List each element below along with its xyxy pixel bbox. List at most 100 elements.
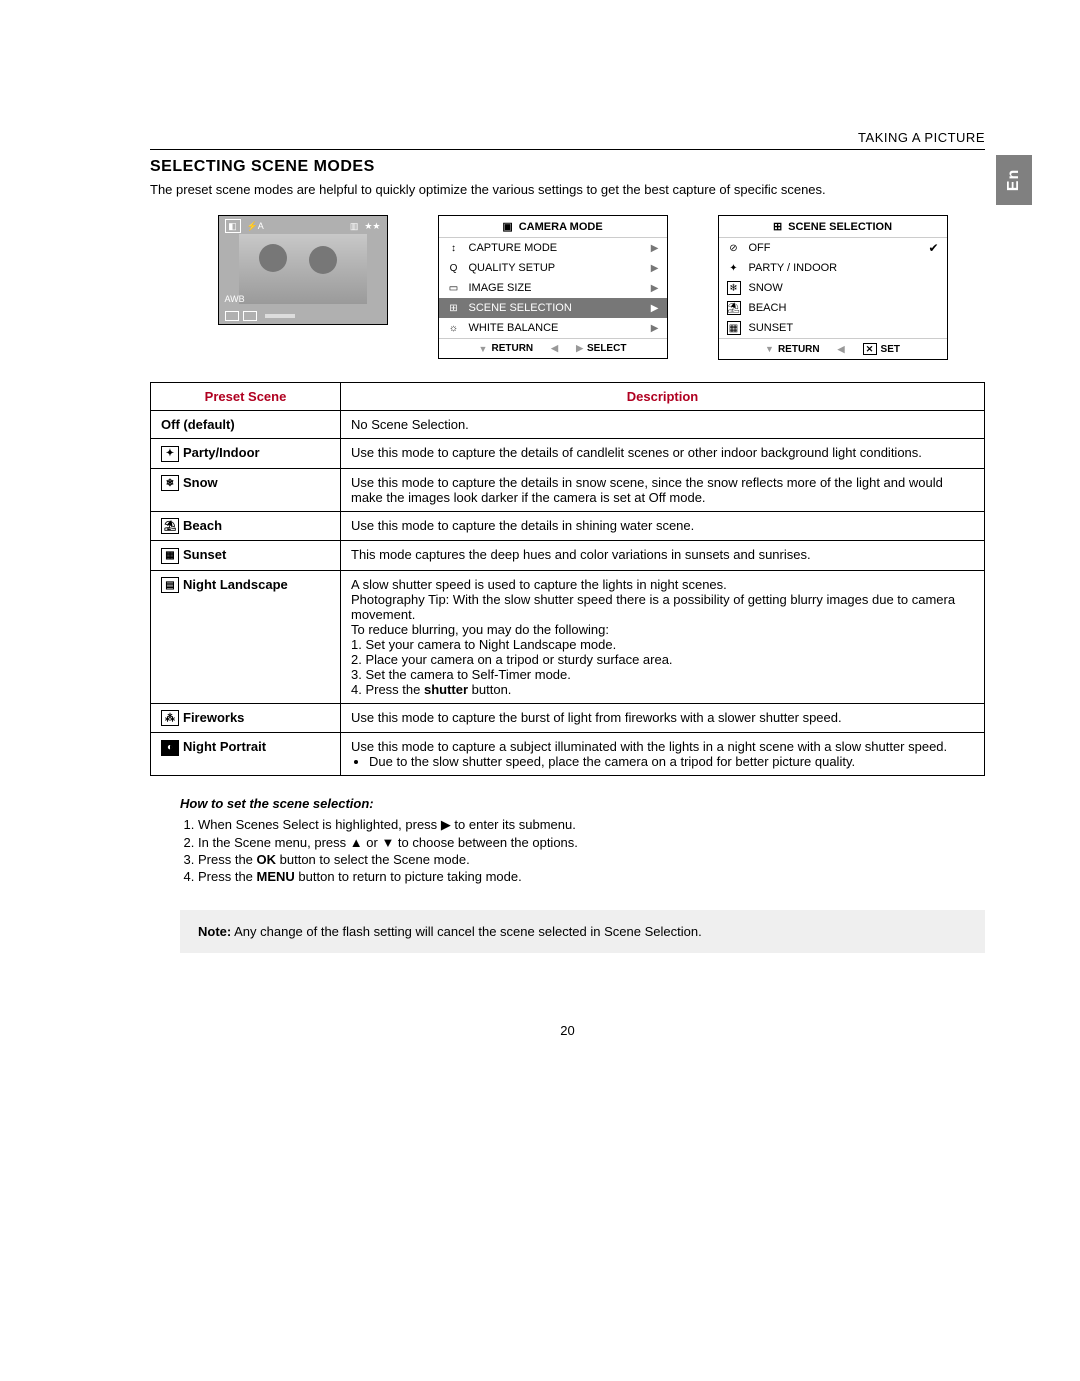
menu-label: PARTY / INDOOR <box>749 262 939 274</box>
scene-modes-table: Preset Scene Description Off (default) N… <box>150 382 985 776</box>
menu-label: SCENE SELECTION <box>469 302 643 314</box>
camera-icon: ◧ <box>225 219 241 233</box>
menu-title: CAMERA MODE <box>519 221 603 233</box>
language-tab: En <box>996 155 1032 205</box>
step-4: Press the MENU button to return to pictu… <box>198 869 985 884</box>
white-balance-icon: ☼ <box>447 321 461 335</box>
text: Photography Tip: With the slow shutter s… <box>351 592 974 622</box>
flash-icon: ⚡A <box>247 221 264 232</box>
scene-selection-menu: ⊞SCENE SELECTION ⊘OFF✔ ✦PARTY / INDOOR ❄… <box>718 215 948 360</box>
set-label: SET <box>881 344 900 355</box>
table-row: ❄ Snow Use this mode to capture the detai… <box>151 468 985 511</box>
page-title: SELECTING SCENE MODES <box>150 158 985 176</box>
menu-title: SCENE SELECTION <box>788 221 892 233</box>
return-label: RETURN <box>778 344 820 355</box>
quality-icon: ▥ <box>350 221 359 232</box>
menu-label: WHITE BALANCE <box>469 322 643 334</box>
stars-label: ★★ <box>364 221 380 232</box>
step-3: Press the OK button to select the Scene … <box>198 852 985 867</box>
sunset-icon: ▦ <box>727 321 741 335</box>
step-2: In the Scene menu, press ▲ or ▼ to choos… <box>198 835 985 850</box>
preset-party: ✦Party/Indoor <box>151 439 341 469</box>
menu-label: IMAGE SIZE <box>469 282 643 294</box>
menu-label: CAPTURE MODE <box>469 242 643 254</box>
check-icon: ✔ <box>928 241 938 255</box>
right-icon: ▶ <box>576 343 583 354</box>
left-icon: ◀ <box>838 344 845 355</box>
menu-item-sunset: ▦SUNSET <box>719 318 947 338</box>
desc-sunset: This mode captures the deep hues and col… <box>341 541 985 571</box>
down-arrow-icon: ▼ <box>381 835 394 850</box>
fireworks-icon: ⁂ <box>161 710 179 726</box>
menu-label: SNOW <box>749 282 939 294</box>
text: 2. Place your camera on a tripod or stur… <box>351 652 974 667</box>
table-row: ▦ Sunset This mode captures the deep hues… <box>151 541 985 571</box>
capture-mode-icon: ↕ <box>447 241 461 255</box>
desc-party: Use this mode to capture the details of … <box>341 439 985 469</box>
preset-night-portrait: ◐Night Portrait <box>151 733 341 776</box>
preset-snow: ❄ Snow <box>151 468 341 511</box>
scene-icon: ⊞ <box>447 301 461 315</box>
desc-night-portrait: Use this mode to capture a subject illum… <box>341 733 985 776</box>
label: Party/Indoor <box>183 445 260 460</box>
table-row: ✦Party/Indoor Use this mode to capture t… <box>151 439 985 469</box>
menu-label: OFF <box>749 242 921 254</box>
preset-sunset: ▦ Sunset <box>151 541 341 571</box>
menu-item-beach: ⛱ BEACH <box>719 298 947 318</box>
night-landscape-icon: ▤ <box>161 577 179 593</box>
menu-item-snow: ❄ SNOW <box>719 278 947 298</box>
beach-icon: ⛱ <box>727 301 741 315</box>
set-box-icon: ✕ <box>863 343 877 355</box>
right-arrow-icon: ▶ <box>441 817 451 832</box>
party-icon: ✦ <box>727 261 741 275</box>
arrow-right-icon: ▶ <box>651 243 659 254</box>
menu-footer: ▼RETURN ◀ ✕SET <box>719 338 947 359</box>
label: Night Landscape <box>183 577 288 592</box>
table-row: ⁂Fireworks Use this mode to capture the … <box>151 703 985 733</box>
quality-icon: Q <box>447 261 461 275</box>
beach-icon: ⛱ <box>161 518 179 534</box>
menu-item-scene-selection: ⊞ SCENE SELECTION ▶ <box>439 298 667 318</box>
step-1: When Scenes Select is highlighted, press… <box>198 817 985 833</box>
left-icon: ◀ <box>551 343 558 354</box>
sunset-icon: ▦ <box>161 548 179 564</box>
desc-snow: Use this mode to capture the details in … <box>341 468 985 511</box>
snow-icon: ❄ <box>161 475 179 491</box>
snow-icon: ❄ <box>727 281 741 295</box>
menu-item-party: ✦ PARTY / INDOOR <box>719 258 947 278</box>
up-arrow-icon: ▲ <box>350 835 363 850</box>
text: 3. Set the camera to Self-Timer mode. <box>351 667 974 682</box>
col-preset-scene: Preset Scene <box>151 383 341 411</box>
text: A slow shutter speed is used to capture … <box>351 577 974 592</box>
table-row: ◐Night Portrait Use this mode to capture… <box>151 733 985 776</box>
image-size-icon: ▭ <box>447 281 461 295</box>
note-label: Note: <box>198 924 231 939</box>
scene-icon: ⊞ <box>773 220 782 233</box>
menu-label: QUALITY SETUP <box>469 262 643 274</box>
note-box: Note: Any change of the flash setting wi… <box>180 910 985 953</box>
desc-beach: Use this mode to capture the details in … <box>341 511 985 541</box>
storage-icon <box>243 311 257 321</box>
return-label: RETURN <box>491 343 533 354</box>
label: Snow <box>183 475 218 490</box>
text: To reduce blurring, you may do the follo… <box>351 622 974 637</box>
table-row: ⛱Beach Use this mode to capture the deta… <box>151 511 985 541</box>
menu-label: BEACH <box>749 302 939 314</box>
label: Night Portrait <box>183 739 266 754</box>
menu-item-white-balance: ☼WHITE BALANCE▶ <box>439 318 667 338</box>
battery-icon <box>225 311 239 321</box>
howto-title: How to set the scene selection: <box>180 796 985 811</box>
arrow-right-icon: ▶ <box>651 263 659 274</box>
down-icon: ▼ <box>479 344 488 354</box>
select-label: SELECT <box>587 343 626 354</box>
text: 4. Press the shutter button. <box>351 682 974 697</box>
menu-item-image-size: ▭IMAGE SIZE▶ <box>439 278 667 298</box>
breadcrumb: TAKING A PICTURE <box>150 130 985 145</box>
note-text: Any change of the flash setting will can… <box>231 924 701 939</box>
howto-steps: When Scenes Select is highlighted, press… <box>198 817 985 884</box>
desc-fireworks: Use this mode to capture the burst of li… <box>341 703 985 733</box>
camera-icon: ▣ <box>502 220 512 233</box>
arrow-right-icon: ▶ <box>651 303 659 314</box>
awb-label: AWB <box>225 294 245 304</box>
label: Sunset <box>183 547 226 562</box>
